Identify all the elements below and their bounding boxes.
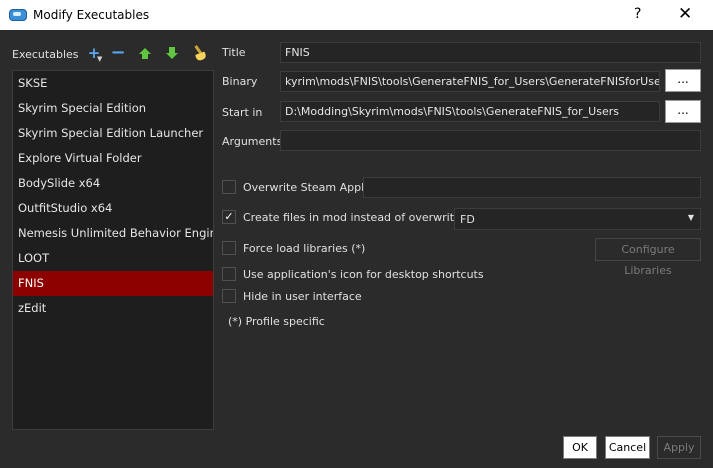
title-label: Title [222, 46, 246, 59]
use-app-icon-checkbox[interactable] [222, 267, 236, 281]
apply-button[interactable]: Apply [657, 436, 701, 459]
overwrite-steam-appid-label: Overwrite Steam AppID [243, 181, 373, 194]
executable-item[interactable]: SKSE [13, 71, 213, 96]
profile-specific-note: (*) Profile specific [228, 315, 325, 328]
create-files-in-mod-label: Create files in mod instead of overwrite… [243, 211, 479, 224]
move-down-icon[interactable] [163, 44, 181, 62]
chevron-down-icon: ▼ [97, 55, 103, 63]
mod-select-dropdown[interactable]: FD ▼ [454, 208, 701, 230]
arguments-input[interactable] [280, 130, 701, 151]
ok-button[interactable]: OK [563, 436, 597, 459]
steam-appid-input[interactable] [363, 177, 701, 198]
mod-organizer-app-icon [9, 9, 27, 21]
binary-label: Binary [222, 75, 258, 88]
add-executable-icon[interactable]: + ▼ [85, 44, 103, 63]
executables-label: Executables [12, 48, 79, 61]
executable-item[interactable]: zEdit [13, 296, 213, 321]
remove-executable-icon[interactable]: − [109, 44, 127, 62]
arguments-label: Arguments [222, 135, 283, 148]
window-title: Modify Executables [33, 8, 150, 22]
start-in-input[interactable]: D:\Modding\Skyrim\mods\FNIS\tools\Genera… [280, 101, 660, 122]
browse-start-in-button[interactable]: ... [665, 100, 701, 123]
title-bar: Modify Executables ? ✕ [0, 0, 713, 30]
chevron-down-icon: ▼ [687, 213, 694, 222]
force-load-libraries-label: Force load libraries (*) [243, 242, 366, 255]
overwrite-steam-appid-checkbox[interactable] [222, 180, 236, 194]
force-load-libraries-checkbox[interactable] [222, 241, 236, 255]
configure-libraries-button[interactable]: Configure Libraries [595, 238, 701, 277]
executables-list[interactable]: SKSE Skyrim Special Edition Skyrim Special… [12, 70, 214, 430]
start-in-label: Start in [222, 106, 263, 119]
hide-in-ui-label: Hide in user interface [243, 290, 362, 303]
create-files-in-mod-checkbox[interactable]: ✓ [222, 210, 236, 224]
executable-item[interactable]: OutfitStudio x64 [13, 196, 213, 221]
executable-item[interactable]: FNIS [13, 271, 213, 296]
title-input[interactable]: FNIS [280, 42, 701, 63]
broom-icon[interactable] [190, 44, 208, 62]
close-button[interactable]: ✕ [678, 4, 692, 24]
executable-item[interactable]: LOOT [13, 246, 213, 271]
executable-item[interactable]: BodySlide x64 [13, 171, 213, 196]
browse-binary-button[interactable]: ... [665, 69, 701, 92]
cancel-button[interactable]: Cancel [605, 436, 650, 459]
help-button[interactable]: ? [634, 6, 641, 22]
binary-input[interactable]: kyrim\mods\FNIS\tools\GenerateFNIS_for_U… [280, 71, 660, 92]
executable-item[interactable]: Explore Virtual Folder [13, 146, 213, 171]
use-app-icon-label: Use application's icon for desktop short… [243, 268, 484, 281]
hide-in-ui-checkbox[interactable] [222, 289, 236, 303]
move-up-icon[interactable] [136, 44, 154, 62]
mod-select-value: FD [460, 213, 475, 226]
executable-item[interactable]: Nemesis Unlimited Behavior Engine [13, 221, 213, 246]
executable-item[interactable]: Skyrim Special Edition [13, 96, 213, 121]
executable-item[interactable]: Skyrim Special Edition Launcher [13, 121, 213, 146]
